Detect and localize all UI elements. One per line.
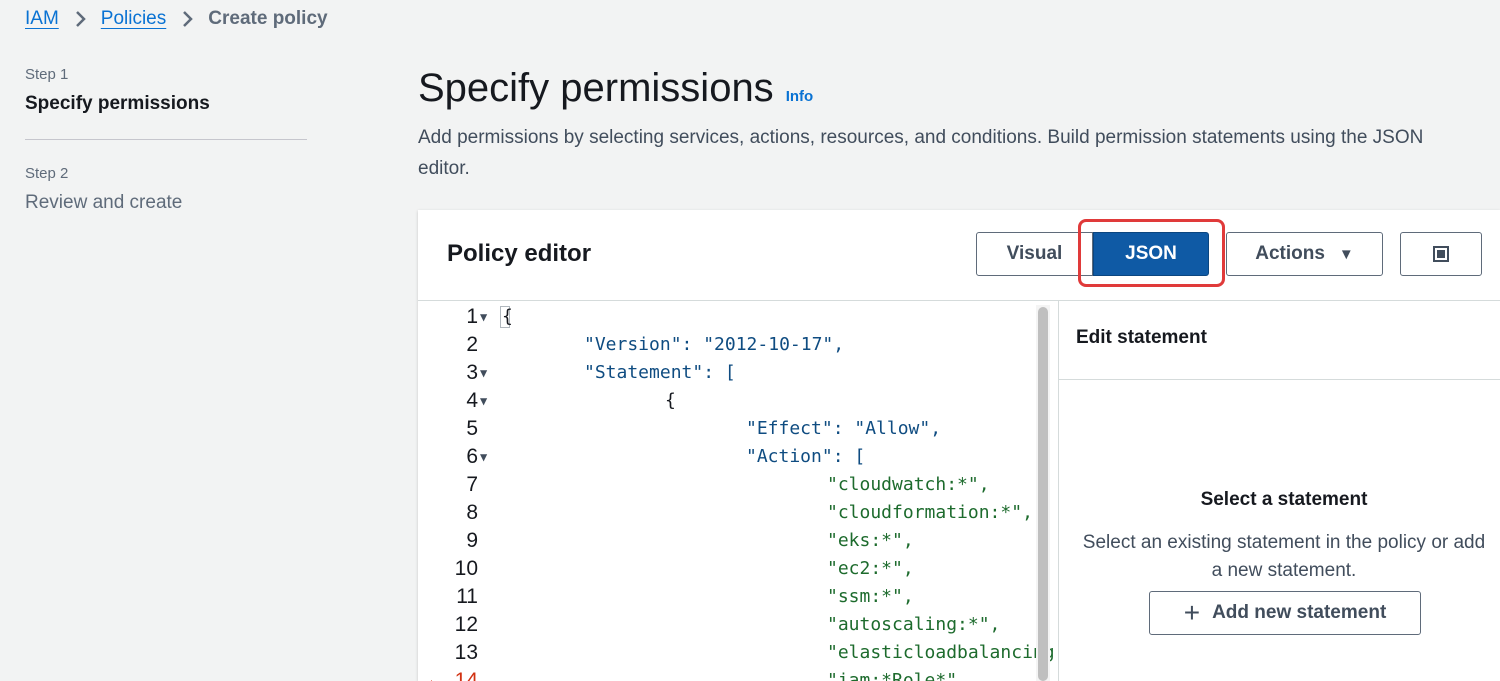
- edit-statement-title: Edit statement: [1076, 327, 1207, 348]
- chevron-right-icon: [182, 10, 194, 28]
- actions-dropdown-button[interactable]: Actions ▼: [1226, 232, 1383, 276]
- step-label: Step 2: [25, 165, 69, 182]
- code-text: "elasticloadbalancing: [827, 642, 1055, 663]
- fold-arrow-icon[interactable]: ▼: [480, 359, 487, 387]
- step-1: Step 1 Specify permissions: [25, 66, 307, 115]
- empty-state-title: Select a statement: [1200, 489, 1368, 510]
- code-text: "iam:*Role*",: [827, 670, 968, 681]
- edit-statement-pane: Edit statement Select a statement Select…: [1058, 301, 1500, 681]
- step-label: Step 1: [25, 66, 69, 83]
- policy-editor-panel: Policy editor Visual JSON Actions ▼ 1 ▼ …: [418, 210, 1500, 681]
- line-number: 3: [466, 361, 478, 384]
- fold-arrow-icon[interactable]: ▼: [480, 387, 487, 415]
- page-title: Specify permissions Info: [418, 66, 813, 111]
- step-title-review-and-create[interactable]: Review and create: [25, 192, 307, 214]
- code-line[interactable]: 12 "autoscaling:*",: [418, 611, 1028, 639]
- line-number: 14: [454, 669, 478, 681]
- code-line[interactable]: 1 ▼ {: [418, 303, 1028, 331]
- code-text: {: [665, 390, 676, 411]
- line-number: 7: [466, 473, 478, 496]
- json-mode-button[interactable]: JSON: [1093, 232, 1209, 276]
- add-statement-label: Add new statement: [1212, 602, 1387, 623]
- plus-icon: +: [1183, 597, 1201, 628]
- line-number: 11: [456, 585, 478, 608]
- editor-scrollbar-thumb[interactable]: [1038, 307, 1048, 681]
- caret-down-icon: ▼: [1338, 245, 1354, 263]
- code-line[interactable]: 10 "ec2:*",: [418, 555, 1028, 583]
- code-text: {: [502, 306, 513, 327]
- line-number: 12: [454, 613, 478, 636]
- pane-divider: [1059, 379, 1500, 380]
- breadcrumb-link-policies[interactable]: Policies: [101, 8, 166, 30]
- visual-mode-button[interactable]: Visual: [976, 232, 1093, 276]
- line-number: 10: [454, 557, 478, 580]
- panel-toggle-icon: [1433, 246, 1449, 262]
- empty-state-description: Select an existing statement in the poli…: [1082, 532, 1486, 581]
- code-line[interactable]: 6 ▼ "Action": [: [418, 443, 1028, 471]
- code-text: "eks:*",: [827, 530, 914, 551]
- code-line[interactable]: 7 "cloudwatch:*",: [418, 471, 1028, 499]
- code-line[interactable]: 11 "ssm:*",: [418, 583, 1028, 611]
- wizard-steps: Step 1 Specify permissions Step 2 Review…: [25, 66, 307, 214]
- breadcrumb-current: Create policy: [208, 8, 328, 29]
- info-link[interactable]: Info: [786, 88, 814, 105]
- code-line[interactable]: 9 "eks:*",: [418, 527, 1028, 555]
- line-number: 13: [454, 641, 478, 664]
- code-text: "Statement": [: [584, 362, 736, 383]
- code-text: "autoscaling:*",: [827, 614, 1001, 635]
- step-title-specify-permissions: Specify permissions: [25, 93, 210, 114]
- code-text: "Version": "2012-10-17",: [584, 334, 845, 355]
- toggle-panel-button[interactable]: [1400, 232, 1482, 276]
- step-2: Step 2 Review and create: [25, 165, 307, 214]
- breadcrumb: IAM Policies Create policy: [25, 8, 328, 30]
- breadcrumb-link-iam[interactable]: IAM: [25, 8, 59, 30]
- line-number: 5: [466, 417, 478, 440]
- code-line[interactable]: 5 "Effect": "Allow",: [418, 415, 1028, 443]
- json-code-editor[interactable]: 1 ▼ { 2 "Version": "2012-10-17", 3 ▼ "St…: [418, 301, 1058, 681]
- code-line[interactable]: 13 "elasticloadbalancing: [418, 639, 1055, 667]
- code-text: "cloudformation:*",: [827, 502, 1033, 523]
- code-line[interactable]: 4 ▼ {: [418, 387, 1028, 415]
- code-text: "Action": [: [746, 446, 866, 467]
- line-number: 9: [466, 529, 478, 552]
- code-line[interactable]: 2 "Version": "2012-10-17",: [418, 331, 1028, 359]
- code-line[interactable]: 3 ▼ "Statement": [: [418, 359, 1028, 387]
- line-number: 8: [466, 501, 478, 524]
- code-line[interactable]: 8 "cloudformation:*",: [418, 499, 1033, 527]
- fold-arrow-icon[interactable]: ▼: [480, 303, 487, 331]
- line-number: 6: [466, 445, 478, 468]
- code-text: "ssm:*",: [827, 586, 914, 607]
- code-text: "cloudwatch:*",: [827, 474, 990, 495]
- page-description: Add permissions by selecting services, a…: [418, 127, 1424, 179]
- code-text: "ec2:*",: [827, 558, 914, 579]
- line-number: 1: [466, 305, 478, 328]
- line-number: 2: [466, 333, 478, 356]
- code-text: "Effect": "Allow",: [746, 418, 942, 439]
- page-title-text: Specify permissions: [418, 66, 774, 110]
- code-line[interactable]: ▲ 14 "iam:*Role*",: [418, 667, 1028, 681]
- fold-arrow-icon[interactable]: ▼: [480, 443, 487, 471]
- line-number: 4: [466, 389, 478, 412]
- actions-label: Actions: [1255, 243, 1325, 264]
- add-new-statement-button[interactable]: + Add new statement: [1149, 591, 1421, 635]
- chevron-right-icon: [75, 10, 87, 28]
- policy-editor-title: Policy editor: [447, 240, 592, 267]
- step-divider: [25, 139, 307, 140]
